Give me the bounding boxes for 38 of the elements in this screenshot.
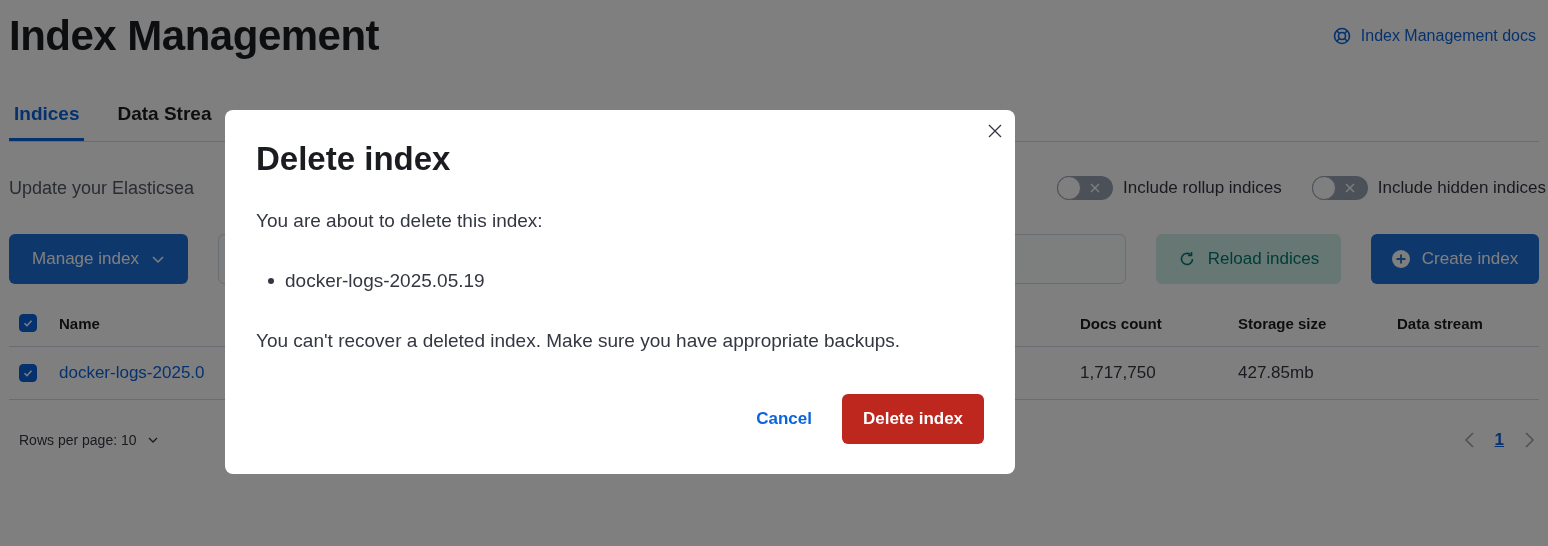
index-name: docker-logs-2025.05.19 [285, 270, 485, 292]
page-title: Index Management [9, 12, 380, 60]
page-number[interactable]: 1 [1492, 430, 1506, 450]
chevron-left-icon [1462, 431, 1477, 449]
rows-per-page-button[interactable]: Rows per page: 10 [9, 432, 169, 448]
toggle-switch[interactable] [1057, 176, 1113, 200]
manage-index-button[interactable]: Manage index [9, 234, 188, 284]
close-icon [988, 124, 1002, 138]
delete-button[interactable]: Delete index [842, 394, 984, 444]
column-header[interactable]: Storage size [1238, 314, 1327, 332]
column-header[interactable]: Name [59, 314, 100, 332]
column-header[interactable]: Data stream [1397, 314, 1483, 332]
table-cell: 1,717,750 [1080, 363, 1156, 383]
cross-icon [1343, 182, 1356, 194]
reload-button[interactable]: Reload indices [1156, 234, 1341, 284]
description-text: Update your Elasticsea [9, 177, 195, 199]
table-cell: 427.85mb [1238, 363, 1314, 383]
tab[interactable]: Indices [9, 90, 85, 141]
bullet-icon [268, 278, 274, 284]
docs-link[interactable]: Index Management docs [1332, 27, 1536, 45]
cancel-button[interactable]: Cancel [756, 409, 812, 429]
modal-text: You are about to delete this index: [256, 210, 544, 232]
plus-circle-icon [1391, 250, 1410, 268]
index-name-link[interactable]: docker-logs-2025.0 [59, 363, 205, 383]
cross-icon [1089, 182, 1101, 194]
toggle-label: Include rollup indices [1123, 178, 1282, 198]
create-index-button[interactable]: Create index [1371, 234, 1539, 284]
tab[interactable]: Data Strea [112, 90, 217, 141]
modal-title: Delete index [256, 140, 452, 178]
lifebuoy-icon [1332, 27, 1351, 45]
toggle-switch[interactable] [1311, 176, 1368, 200]
checkbox[interactable] [19, 364, 37, 382]
checkbox[interactable] [19, 314, 37, 332]
warning-text: You can't recover a deleted index. Make sure you have appropriate backups. [256, 330, 902, 352]
column-header[interactable]: Docs count [1080, 314, 1162, 332]
chevron-right-icon [1522, 431, 1536, 449]
close-button[interactable] [987, 123, 1003, 139]
toggle-label: Include hidden indices [1377, 178, 1546, 198]
